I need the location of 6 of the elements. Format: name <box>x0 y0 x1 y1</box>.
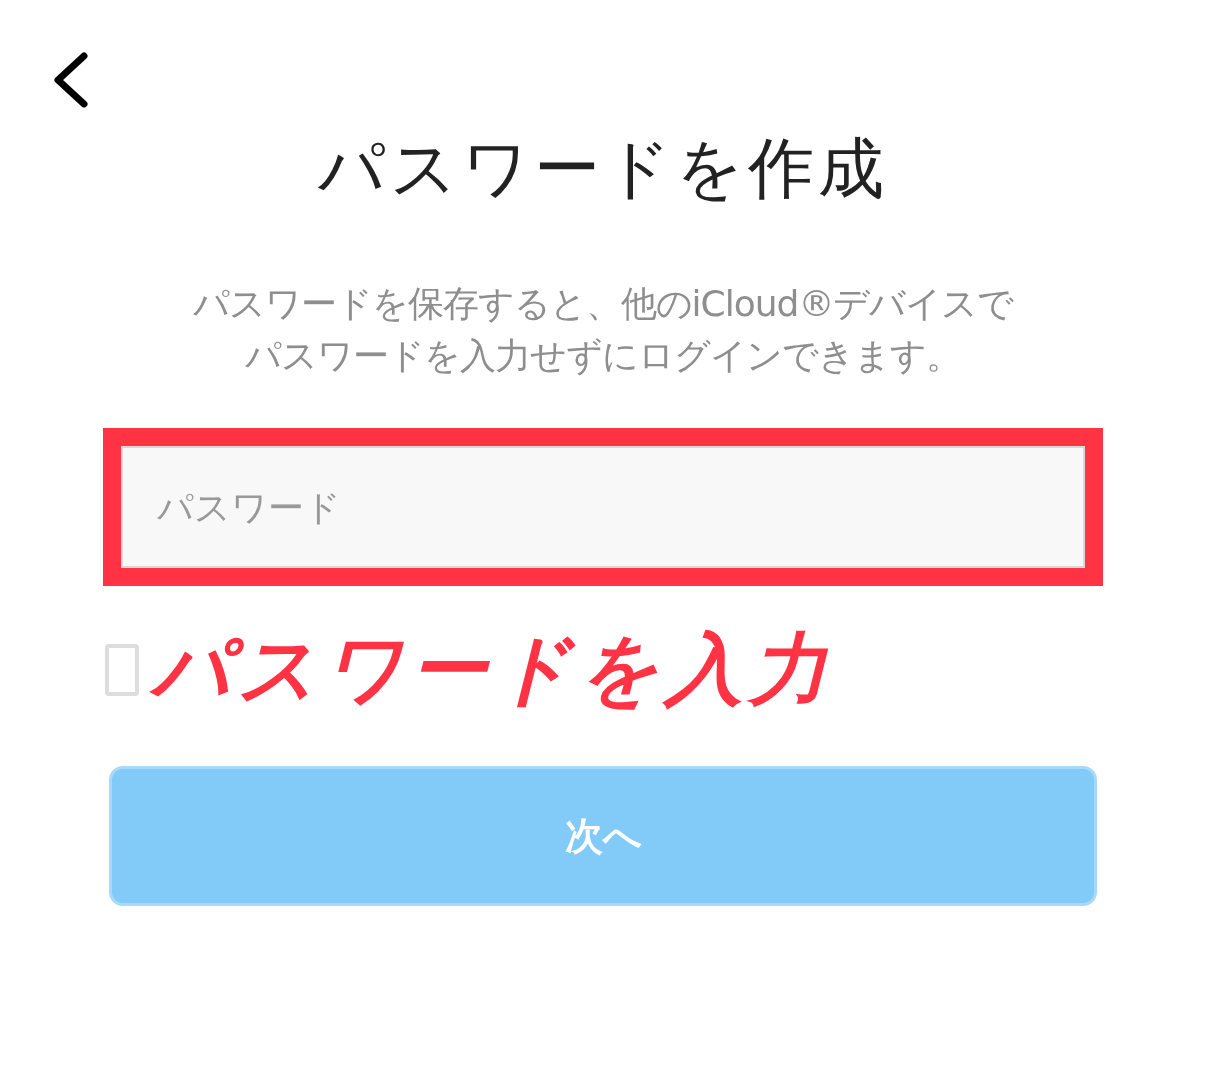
checkbox[interactable] <box>105 644 139 696</box>
page-title: パスワードを作成 <box>318 129 888 209</box>
description-text: パスワードを保存すると、他のiCloud®デバイスで パスワードを入力せずにログインできます。 <box>191 282 1015 378</box>
annotation-text: パスワードを入力 <box>151 622 833 716</box>
password-field[interactable]: パスワード <box>103 428 1103 586</box>
back-icon[interactable] <box>52 52 88 108</box>
